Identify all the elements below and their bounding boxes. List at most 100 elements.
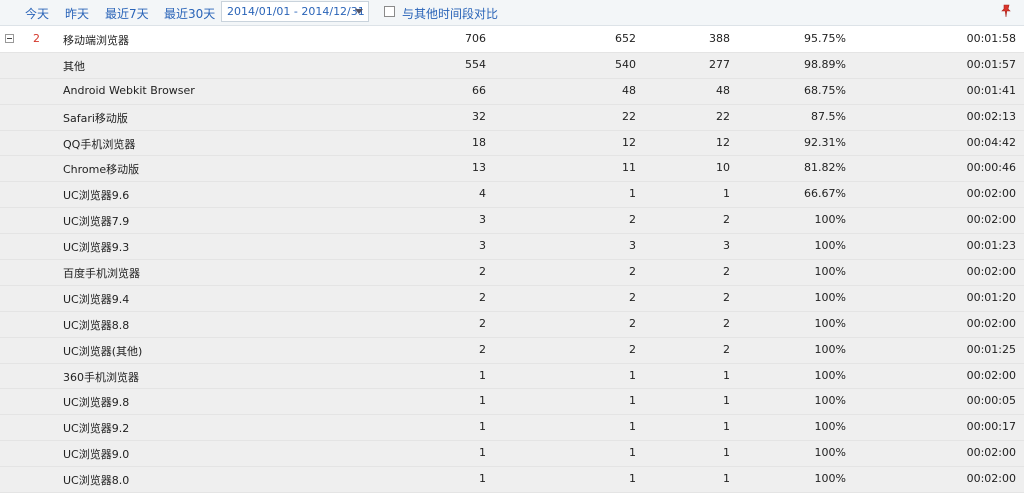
- cell-col-5: 00:01:41: [966, 83, 1016, 97]
- table-row: UC浏览器8.0 1 1 1 100% 00:02:00: [0, 467, 1024, 494]
- cell-col-3: 12: [716, 135, 730, 149]
- cell-col-2: 22: [622, 109, 636, 123]
- cell-col-5: 00:00:05: [966, 394, 1016, 408]
- cell-col-5: 00:02:00: [966, 316, 1016, 330]
- row-name: UC浏览器9.6: [63, 189, 130, 203]
- cell-col-1: 1: [479, 472, 486, 486]
- date-range-select[interactable]: 2014/01/01 - 2014/12/31: [221, 1, 369, 22]
- cell-col-2: 1: [629, 446, 636, 460]
- pin-icon[interactable]: [998, 3, 1014, 19]
- cell-col-1: 1: [479, 368, 486, 382]
- table-row: UC浏览器7.9 3 2 2 100% 00:02:00: [0, 208, 1024, 235]
- cell-col-3: 1: [723, 472, 730, 486]
- table-row: UC浏览器9.0 1 1 1 100% 00:02:00: [0, 441, 1024, 468]
- cell-col-2: 48: [622, 83, 636, 97]
- cell-col-4: 100%: [814, 239, 846, 253]
- cell-col-5: 00:02:00: [966, 213, 1016, 227]
- cell-col-2: 1: [629, 394, 636, 408]
- table-row: Android Webkit Browser 66 48 48 68.75% 00:01:…: [0, 78, 1024, 105]
- cell-col-3: 2: [723, 265, 730, 279]
- cell-col-2: 2: [629, 265, 636, 279]
- cell-col-3: 2: [723, 316, 730, 330]
- range-last7days-link[interactable]: 最近7天: [105, 5, 149, 22]
- range-yesterday-link[interactable]: 昨天: [65, 5, 89, 22]
- cell-col-3: 388: [709, 32, 730, 45]
- cell-col-1: 554: [465, 57, 486, 71]
- table-row: UC浏览器8.8 2 2 2 100% 00:02:00: [0, 311, 1024, 338]
- cell-col-2: 2: [629, 290, 636, 304]
- row-name: UC浏览器9.2: [63, 422, 130, 436]
- row-name: Chrome移动版: [63, 163, 140, 177]
- row-name: UC浏览器8.0: [63, 474, 130, 488]
- cell-col-4: 81.82%: [804, 161, 846, 175]
- cell-col-1: 13: [472, 161, 486, 175]
- cell-col-1: 32: [472, 109, 486, 123]
- browser-table: 2 移动端浏览器 706 652 388 95.75% 00:01:58 其他 5…: [0, 27, 1024, 494]
- cell-col-4: 87.5%: [811, 109, 846, 123]
- cell-col-5: 00:02:00: [966, 265, 1016, 279]
- row-name: 百度手机浏览器: [63, 267, 140, 281]
- cell-col-3: 277: [709, 57, 730, 71]
- cell-col-4: 100%: [814, 472, 846, 486]
- cell-col-4: 66.67%: [804, 187, 846, 201]
- row-name: UC浏览器7.9: [63, 215, 130, 229]
- cell-col-1: 3: [479, 213, 486, 227]
- cell-col-3: 3: [723, 239, 730, 253]
- cell-col-3: 2: [723, 290, 730, 304]
- cell-col-4: 100%: [814, 316, 846, 330]
- range-last30days-link[interactable]: 最近30天: [164, 5, 215, 22]
- cell-col-3: 1: [723, 420, 730, 434]
- cell-col-5: 00:01:58: [966, 32, 1016, 45]
- table-row: 360手机浏览器 1 1 1 100% 00:02:00: [0, 363, 1024, 390]
- cell-col-5: 00:00:17: [966, 420, 1016, 434]
- row-name: 其他: [63, 59, 85, 73]
- cell-col-4: 100%: [814, 213, 846, 227]
- table-row: UC浏览器9.8 1 1 1 100% 00:00:05: [0, 389, 1024, 416]
- cell-col-1: 1: [479, 394, 486, 408]
- row-name: Safari移动版: [63, 111, 128, 125]
- range-today-link[interactable]: 今天: [25, 5, 49, 22]
- cell-col-5: 00:04:42: [966, 135, 1016, 149]
- cell-col-5: 00:02:00: [966, 368, 1016, 382]
- cell-col-5: 00:01:23: [966, 239, 1016, 253]
- cell-col-1: 1: [479, 446, 486, 460]
- table-row: 百度手机浏览器 2 2 2 100% 00:02:00: [0, 260, 1024, 286]
- cell-col-3: 1: [723, 446, 730, 460]
- table-row: 其他 554 540 277 98.89% 00:01:57: [0, 52, 1024, 79]
- row-name: 360手机浏览器: [63, 370, 139, 384]
- cell-col-2: 1: [629, 187, 636, 201]
- cell-col-5: 00:02:00: [966, 187, 1016, 201]
- row-name: 移动端浏览器: [63, 34, 129, 47]
- cell-col-3: 2: [723, 342, 730, 356]
- compare-label[interactable]: 与其他时间段对比: [402, 5, 498, 22]
- cell-col-2: 652: [615, 32, 636, 45]
- date-range-value: 2014/01/01 - 2014/12/31: [227, 5, 365, 18]
- compare-checkbox[interactable]: [384, 6, 395, 17]
- cell-col-2: 1: [629, 472, 636, 486]
- cell-col-4: 68.75%: [804, 83, 846, 97]
- table-row: UC浏览器9.2 1 1 1 100% 00:00:17: [0, 415, 1024, 442]
- table-row: Chrome移动版 13 11 10 81.82% 00:00:46: [0, 156, 1024, 183]
- cell-col-5: 00:02:00: [966, 446, 1016, 460]
- table-row: UC浏览器9.3 3 3 3 100% 00:01:23: [0, 234, 1024, 261]
- cell-col-4: 100%: [814, 446, 846, 460]
- cell-col-2: 2: [629, 342, 636, 356]
- cell-col-4: 100%: [814, 342, 846, 356]
- cell-col-4: 100%: [814, 368, 846, 382]
- collapse-icon[interactable]: [5, 34, 14, 43]
- cell-col-2: 2: [629, 316, 636, 330]
- cell-col-1: 2: [479, 316, 486, 330]
- cell-col-1: 2: [479, 342, 486, 356]
- cell-col-4: 100%: [814, 265, 846, 279]
- table-row: UC浏览器9.4 2 2 2 100% 00:01:20: [0, 285, 1024, 312]
- row-name: Android Webkit Browser: [63, 83, 195, 97]
- cell-col-4: 92.31%: [804, 135, 846, 149]
- row-name: UC浏览器(其他): [63, 344, 143, 358]
- cell-col-3: 1: [723, 187, 730, 201]
- cell-col-4: 95.75%: [804, 32, 846, 45]
- cell-col-2: 12: [622, 135, 636, 149]
- cell-col-2: 11: [622, 161, 636, 175]
- cell-col-2: 540: [615, 57, 636, 71]
- cell-col-3: 22: [716, 109, 730, 123]
- cell-col-1: 706: [465, 32, 486, 45]
